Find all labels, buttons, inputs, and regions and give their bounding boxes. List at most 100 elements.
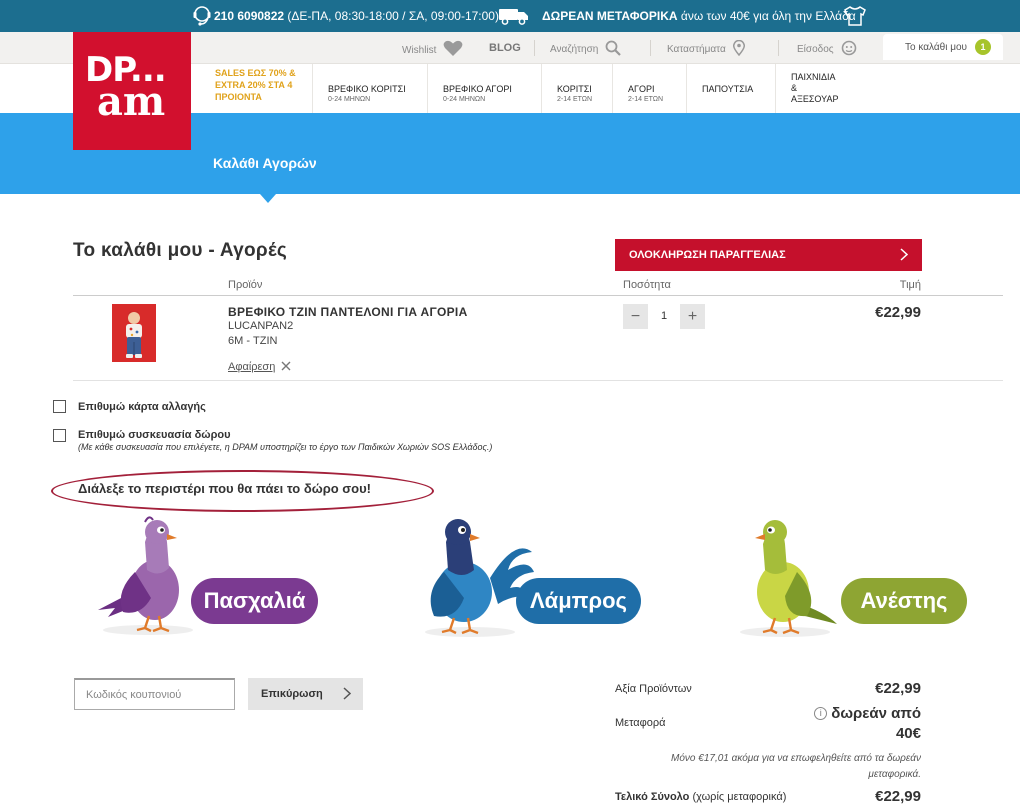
apply-coupon-label: Επικύρωση — [261, 688, 323, 700]
stores-label: Καταστήματα — [667, 44, 726, 55]
nav-label-line: & — [791, 83, 798, 93]
nav-toys-accessories[interactable]: ΠΑΙΧΝΙΔΙΑ & ΑΞΕΣΟΥΑΡ — [775, 64, 855, 113]
dpam-logo[interactable]: DP... am — [73, 32, 191, 150]
total-label: Τελικό Σύνολο (χωρίς μεταφορικά) — [615, 791, 786, 803]
phone-support-icon — [192, 5, 212, 30]
nav-sublabel: 2-14 ΕΤΩΝ — [628, 96, 664, 103]
nav-sublabel: 2-14 ΕΤΩΝ — [557, 96, 593, 103]
shipping-value: i δωρεάν από 40€ — [800, 704, 921, 744]
wishlist-link[interactable]: Wishlist — [402, 40, 463, 60]
divider — [650, 40, 651, 56]
search-label: Αναζήτηση — [550, 44, 599, 55]
sales-promo[interactable]: SALES ΕΩΣ 70% & EXTRA 20% ΣΤΑ 4 ΠΡΟΙΟΝΤΑ — [215, 67, 301, 103]
nav-baby-girl[interactable]: ΒΡΕΦΙΚΟ ΚΟΡΙΤΣΙ 0-24 ΜΗΝΩΝ — [312, 64, 427, 113]
close-icon — [281, 358, 291, 375]
cart-tab-label: Το καλάθι μου — [905, 41, 967, 53]
total-value: €22,99 — [875, 788, 921, 805]
plus-icon: + — [687, 308, 698, 325]
divider — [534, 40, 535, 56]
pigeon-option-pasxalia[interactable]: Πασχαλιά — [191, 578, 318, 624]
tshirt-icon — [842, 5, 868, 30]
wishlist-label: Wishlist — [402, 44, 437, 56]
search-link[interactable]: Αναζήτηση — [550, 40, 622, 59]
search-icon — [605, 40, 622, 59]
nav-label: ΒΡΕΦΙΚΟ ΚΟΡΙΤΣΙ — [328, 84, 406, 94]
nav-girl[interactable]: ΚΟΡΙΤΣΙ 2-14 ΕΤΩΝ — [541, 64, 612, 113]
gift-wrap-label[interactable]: Επιθυμώ συσκευασία δώρου — [78, 429, 231, 441]
total-label-strong: Τελικό Σύνολο — [615, 791, 690, 803]
nav-label: ΑΓΟΡΙ — [628, 84, 655, 94]
gift-card-checkbox[interactable] — [53, 400, 66, 413]
free-shipping-remaining-note: Μόνο €17,01 ακόμα για να επωφεληθείτε απ… — [671, 753, 921, 780]
free-shipping-note: ΔΩΡΕΑΝ ΜΕΤΑΦΟΡΙΚΑ άνω των 40€ για όλη τη… — [542, 9, 856, 23]
item-price: €22,99 — [875, 304, 921, 321]
total-label-suffix: (χωρίς μεταφορικά) — [692, 791, 787, 803]
nav-label: ΚΟΡΙΤΣΙ — [557, 84, 592, 94]
support-phone[interactable]: 210 6090822 (ΔΕ-ΠΑ, 08:30-18:00 / ΣΑ, 09… — [214, 9, 499, 23]
checkout-label: ΟΛΟΚΛΗΡΩΣΗ ΠΑΡΑΓΓΕΛΙΑΣ — [629, 249, 786, 261]
user-face-icon — [841, 40, 857, 59]
nav-sublabel: 0-24 ΜΗΝΩΝ — [328, 96, 371, 103]
column-header-product: Προϊόν — [228, 279, 263, 291]
gift-wrap-note: (Με κάθε συσκευασία που επιλέγετε, η DPA… — [78, 442, 493, 452]
chevron-right-icon — [900, 248, 909, 264]
pigeon-picker-title: Διάλεξε το περιστέρι που θα πάει το δώρο… — [78, 481, 372, 496]
pigeon-option-lampros[interactable]: Λάμπρος — [516, 578, 641, 624]
heart-icon — [443, 40, 463, 60]
pigeon-lampros-illustration[interactable] — [420, 508, 540, 643]
pigeon-anestis-illustration[interactable] — [735, 512, 845, 642]
logo-text-bottom: am — [97, 78, 166, 125]
pigeon-pasxalia-illustration[interactable] — [93, 512, 203, 642]
blog-link[interactable]: BLOG — [489, 42, 521, 54]
product-code: LUCANPAN2 — [228, 320, 294, 332]
truck-icon — [498, 7, 530, 28]
cart-tab[interactable]: Το καλάθι μου 1 — [883, 34, 1003, 60]
shipping-value-line2: 40€ — [895, 725, 921, 742]
chevron-right-icon — [343, 687, 352, 703]
location-pin-icon — [732, 39, 745, 59]
nav-label: ΠΑΠΟΥΤΣΙΑ — [702, 84, 754, 94]
page-title: Καλάθι Αγορών — [213, 155, 317, 171]
top-info-bar: 210 6090822 (ΔΕ-ΠΑ, 08:30-18:00 / ΣΑ, 09… — [0, 0, 1020, 32]
nav-boy[interactable]: ΑΓΟΡΙ 2-14 ΕΤΩΝ — [612, 64, 686, 113]
nav-label: ΒΡΕΦΙΚΟ ΑΓΟΡΙ — [443, 84, 512, 94]
nav-sublabel: 0-24 ΜΗΝΩΝ — [443, 96, 486, 103]
minus-icon: − — [630, 308, 641, 325]
divider — [778, 40, 779, 56]
info-icon[interactable]: i — [814, 707, 828, 720]
support-hours: (ΔΕ-ΠΑ, 08:30-18:00 / ΣΑ, 09:00-17:00) — [287, 9, 499, 23]
subtotal-label: Αξία Προϊόντων — [615, 683, 692, 695]
free-shipping-strong: ΔΩΡΕΑΝ ΜΕΤΑΦΟΡΙΚΑ — [542, 9, 678, 23]
column-header-quantity: Ποσότητα — [623, 279, 671, 291]
product-name[interactable]: ΒΡΕΦΙΚΟ ΤΖΙΝ ΠΑΝΤΕΛΟΝΙ ΓΙΑ ΑΓΟΡΙΑ — [228, 305, 468, 319]
pigeon-option-anestis[interactable]: Ανέστης — [841, 578, 967, 624]
product-thumbnail[interactable] — [112, 304, 156, 362]
product-variant: 6M - ΤΖΙΝ — [228, 335, 278, 347]
cart-heading: Το καλάθι μου - Αγορές — [73, 240, 288, 261]
gift-wrap-checkbox[interactable] — [53, 429, 66, 442]
nav-label-line: ΑΞΕΣΟΥΑΡ — [791, 94, 839, 104]
column-header-price: Τιμή — [899, 279, 921, 291]
coupon-input[interactable] — [74, 678, 235, 710]
remove-item-link[interactable]: Αφαίρεση — [228, 358, 291, 375]
shipping-value-line1: δωρεάν από — [831, 705, 921, 722]
apply-coupon-button[interactable]: Επικύρωση — [248, 678, 363, 710]
quantity-decrease-button[interactable]: − — [623, 304, 648, 329]
banner-pointer — [260, 194, 276, 203]
checkout-button[interactable]: ΟΛΟΚΛΗΡΩΣΗ ΠΑΡΑΓΓΕΛΙΑΣ — [615, 239, 922, 271]
subtotal-value: €22,99 — [875, 680, 921, 697]
nav-label-line: ΠΑΙΧΝΙΔΙΑ — [791, 72, 836, 82]
login-link[interactable]: Είσοδος — [797, 40, 857, 59]
gift-card-label[interactable]: Επιθυμώ κάρτα αλλαγής — [78, 401, 206, 413]
quantity-increase-button[interactable]: + — [680, 304, 705, 329]
cart-count-badge: 1 — [975, 39, 991, 55]
free-shipping-rest: άνω των 40€ για όλη την Ελλάδα — [680, 9, 856, 23]
nav-shoes[interactable]: ΠΑΠΟΥΤΣΙΑ — [686, 64, 775, 113]
phone-number[interactable]: 210 6090822 — [214, 9, 284, 23]
stores-link[interactable]: Καταστήματα — [667, 39, 745, 59]
nav-baby-boy[interactable]: ΒΡΕΦΙΚΟ ΑΓΟΡΙ 0-24 ΜΗΝΩΝ — [427, 64, 541, 113]
divider — [73, 295, 1003, 296]
shipping-label: Μεταφορά — [615, 717, 666, 729]
login-label: Είσοδος — [797, 44, 834, 55]
quantity-value[interactable]: 1 — [648, 310, 680, 322]
